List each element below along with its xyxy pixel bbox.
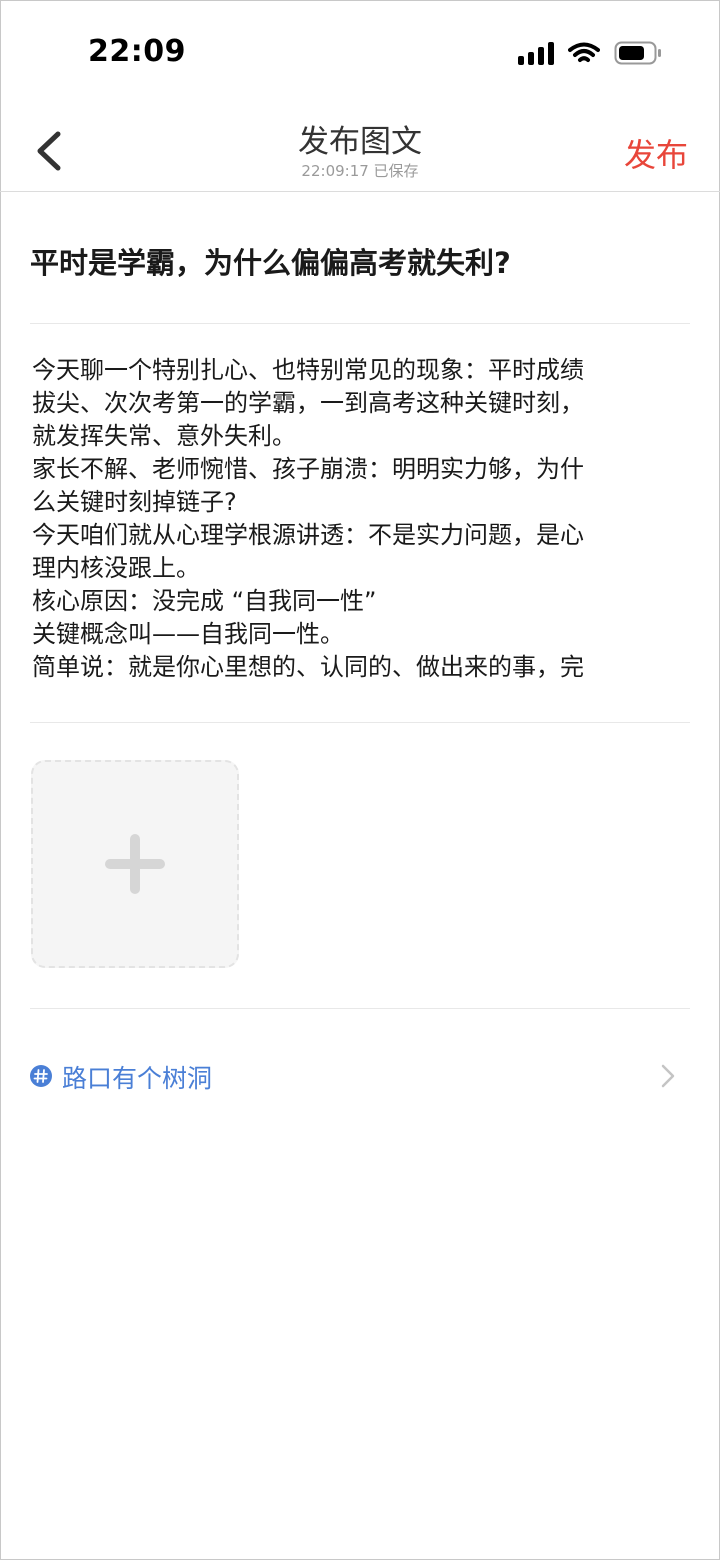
- plus-icon: [105, 834, 165, 894]
- body-line: 就发挥失常、意外失利。: [32, 422, 296, 450]
- battery-icon: [614, 41, 661, 65]
- post-title-input[interactable]: 平时是学霸，为什么偏偏高考就失利?: [30, 240, 690, 282]
- body-line: 么关键时刻掉链子?: [32, 488, 237, 516]
- body-line: 拔尖、次次考第一的学霸，一到高考这种关键时刻，: [32, 389, 584, 417]
- nav-bar: 发布图文 22:09:17 已保存 发布: [0, 100, 720, 192]
- topic-selector[interactable]: 路口有个树洞: [30, 1052, 690, 1100]
- topic-label: 路口有个树洞: [62, 1064, 213, 1093]
- body-line: 家长不解、老师惋惜、孩子崩溃：明明实力够，为什: [32, 455, 584, 483]
- chevron-right-icon: [661, 1064, 675, 1088]
- title-divider: [30, 323, 690, 324]
- body-line: 简单说：就是你心里想的、认同的、做出来的事，完: [32, 653, 584, 681]
- status-icons: [518, 38, 662, 68]
- saved-status: 22:09:17 已保存: [301, 162, 419, 180]
- post-body-input[interactable]: 今天聊一个特别扎心、也特别常见的现象：平时成绩 拔尖、次次考第一的学霸，一到高考…: [32, 354, 682, 684]
- wifi-icon: [568, 42, 600, 62]
- body-line: 今天聊一个特别扎心、也特别常见的现象：平时成绩: [32, 356, 584, 384]
- body-divider: [30, 722, 690, 723]
- image-divider: [30, 1008, 690, 1009]
- cellular-signal-icon: [518, 41, 554, 65]
- nav-divider: [0, 191, 720, 192]
- add-image-button[interactable]: [31, 760, 239, 968]
- publish-button[interactable]: 发布: [624, 130, 688, 176]
- status-time: 22:09: [88, 34, 186, 69]
- page-title: 发布图文: [298, 124, 422, 160]
- body-line: 今天咱们就从心理学根源讲透：不是实力问题，是心: [32, 521, 584, 549]
- body-line: 关键概念叫——自我同一性。: [32, 620, 344, 648]
- hashtag-icon: [30, 1065, 52, 1087]
- body-line: 理内核没跟上。: [32, 554, 200, 582]
- body-line: 核心原因：没完成 “自我同一性”: [32, 587, 377, 615]
